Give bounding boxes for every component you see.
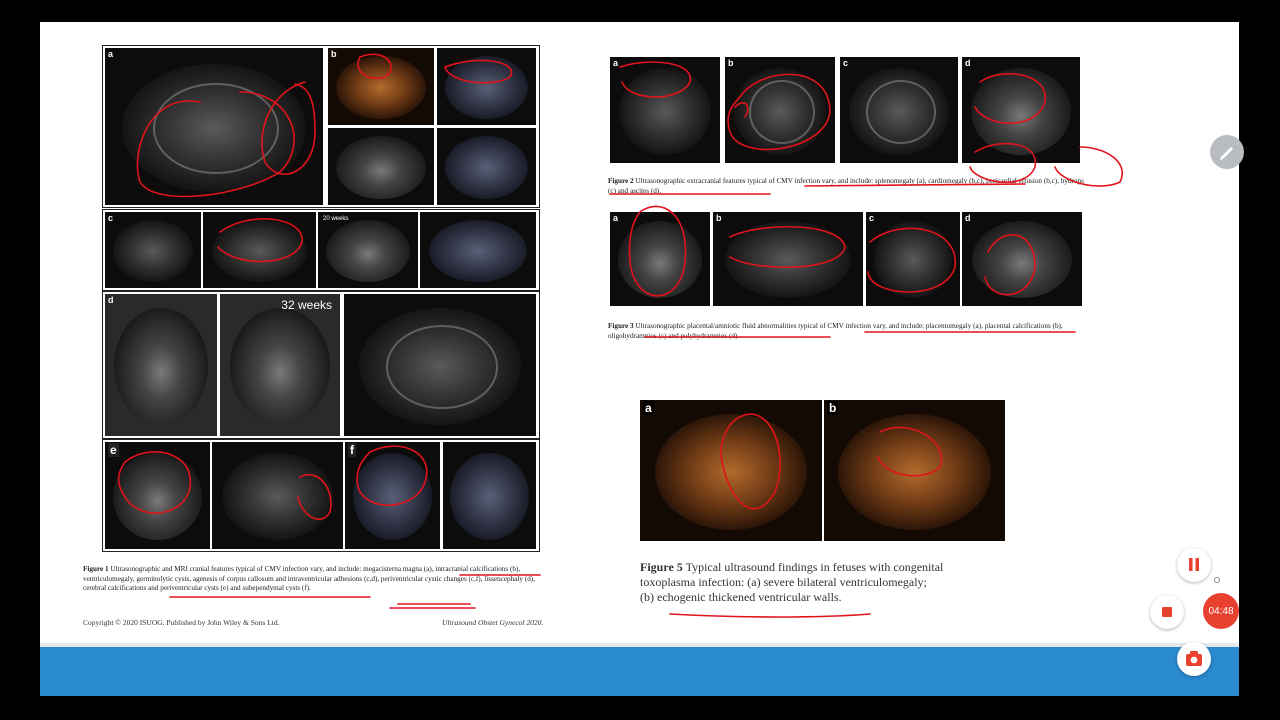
figure5-caption: Figure 5 Typical ultrasound findings in … [640, 560, 1020, 605]
figure1-image-f2 [443, 442, 536, 549]
figure1-image-b4 [437, 128, 536, 205]
figure5-caption-line1: Typical ultrasound findings in fetuses w… [685, 560, 944, 574]
figure2-caption-text: Ultrasonographic extracranial features t… [608, 177, 1084, 195]
figure1-image-d2: 32 weeks [220, 294, 340, 436]
footer-journal: Ultrasound Obstet Gynecol 2020. [442, 618, 544, 627]
recording-timer[interactable]: 04:48 [1203, 593, 1239, 629]
figure5-caption-line2: toxoplasma infection: (a) severe bilater… [640, 575, 927, 589]
figure3-caption-text: Ultrasonographic placental/amniotic flui… [608, 322, 1063, 340]
figure3-caption: Figure 3 Ultrasonographic placental/amni… [608, 322, 1088, 341]
figure1-caption-text: Ultrasonographic and MRI cranial feature… [83, 565, 535, 592]
figure3-image-a: a [610, 212, 710, 306]
figure1-image-d1: d [105, 294, 217, 436]
figure3-image-c: c [866, 212, 960, 306]
figure2-image-c: c [840, 57, 958, 163]
stop-icon [1162, 607, 1172, 617]
figure3-caption-title: Figure 3 [608, 322, 634, 330]
camera-button[interactable] [1177, 642, 1211, 676]
figure1-image-e2 [212, 442, 343, 549]
figure2-image-b: b [725, 57, 835, 163]
figure1-image-b2 [437, 48, 536, 125]
pencil-button[interactable] [1210, 135, 1244, 169]
pause-button[interactable] [1177, 548, 1211, 582]
figure1-image-c2 [203, 212, 316, 288]
status-dot [1214, 577, 1220, 583]
figure2-caption-title: Figure 2 [608, 177, 634, 185]
annotation-underline-fig5 [669, 613, 871, 618]
pencil-icon [1220, 147, 1233, 160]
figure3-image-b: b [713, 212, 863, 306]
camera-icon [1186, 651, 1202, 666]
figure1-image-f1: f [345, 442, 440, 549]
figure5-image-a: a [640, 400, 822, 541]
footer-copyright: Copyright © 2020 ISUOG. Published by Joh… [83, 618, 280, 627]
figure1-image-c4 [420, 212, 536, 288]
bottom-bar [40, 647, 1239, 696]
figure2-image-d: d [962, 57, 1080, 163]
figure1-image-b1: b [328, 48, 434, 125]
figure1-image-b3 [328, 128, 434, 205]
figure5-caption-line3: (b) echogenic thickened ventricular wall… [640, 590, 842, 604]
figure1-image-d3 [344, 294, 536, 436]
pause-icon [1189, 558, 1199, 571]
figure1-image-a: a [105, 48, 323, 205]
figure1-caption: Figure 1 Ultrasonographic and MRI crania… [83, 565, 543, 594]
figure2-image-a: a [610, 57, 720, 163]
figure1-image-c3: 20 weeks [318, 212, 418, 288]
figure5-caption-title: Figure 5 [640, 560, 683, 574]
figure3-image-d: d [962, 212, 1082, 306]
figure1-image-e1: e [105, 442, 210, 549]
slide: a b c 20 weeks d 32 weeks e f Figure 1 U… [40, 22, 1239, 696]
figure1-image-c1: c [105, 212, 201, 288]
figure5-image-b: b [824, 400, 1005, 541]
stop-button[interactable] [1150, 595, 1184, 629]
figure1-caption-title: Figure 1 [83, 565, 109, 573]
figure2-caption: Figure 2 Ultrasonographic extracranial f… [608, 177, 1088, 196]
